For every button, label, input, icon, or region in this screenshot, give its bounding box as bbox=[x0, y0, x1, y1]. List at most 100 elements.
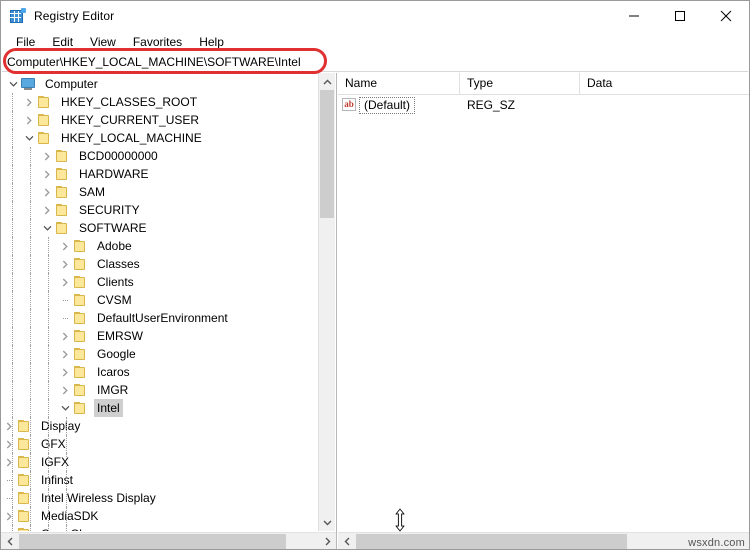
tree-guide-line bbox=[48, 255, 50, 273]
tree-item-computer[interactable]: Computer bbox=[1, 75, 319, 93]
folder-icon bbox=[73, 311, 89, 325]
tree-item-defaultuserenvironment[interactable]: DefaultUserEnvironment bbox=[1, 309, 319, 327]
tree-item-clients[interactable]: Clients bbox=[1, 273, 319, 291]
scroll-left-icon[interactable] bbox=[1, 533, 18, 549]
folder-icon bbox=[55, 203, 71, 217]
tree-item-label: CVSM bbox=[97, 293, 132, 307]
tree-guide-line bbox=[48, 489, 50, 507]
tree-item-gfx[interactable]: GFX bbox=[1, 435, 319, 453]
tree-guide-line bbox=[30, 345, 32, 363]
tree-item-opencl[interactable]: OpenCL bbox=[1, 525, 319, 531]
tree-item-icaros[interactable]: Icaros bbox=[1, 363, 319, 381]
tree-item-label: Infinst bbox=[41, 473, 74, 487]
column-header-type[interactable]: Type bbox=[460, 73, 580, 94]
tree-guide-line bbox=[30, 309, 32, 327]
chevron-right-icon[interactable] bbox=[39, 183, 55, 201]
window-title: Registry Editor bbox=[34, 9, 115, 23]
chevron-right-icon[interactable] bbox=[57, 237, 73, 255]
close-button[interactable] bbox=[703, 1, 749, 31]
chevron-down-icon[interactable] bbox=[5, 75, 21, 93]
scroll-left-icon-right-pane[interactable] bbox=[338, 533, 355, 549]
tree-leaf-marker bbox=[57, 291, 73, 309]
chevron-right-icon[interactable] bbox=[57, 381, 73, 399]
chevron-right-icon[interactable] bbox=[57, 273, 73, 291]
tree-horizontal-scrollbar[interactable] bbox=[1, 532, 336, 549]
tree-item-infinst[interactable]: Infinst bbox=[1, 471, 319, 489]
chevron-right-icon[interactable] bbox=[57, 363, 73, 381]
tree-item-classes[interactable]: Classes bbox=[1, 255, 319, 273]
tree-item-hkey-local-machine[interactable]: HKEY_LOCAL_MACHINE bbox=[1, 129, 319, 147]
tree-item-intel-wireless-display[interactable]: Intel Wireless Display bbox=[1, 489, 319, 507]
tree-item-bcd00000000[interactable]: BCD00000000 bbox=[1, 147, 319, 165]
tree-guide-line bbox=[30, 201, 32, 219]
tree-item-security[interactable]: SECURITY bbox=[1, 201, 319, 219]
chevron-right-icon[interactable] bbox=[1, 507, 17, 525]
tree-vertical-scroll-thumb[interactable] bbox=[320, 90, 334, 218]
menu-item-edit[interactable]: Edit bbox=[44, 33, 82, 51]
chevron-right-icon[interactable] bbox=[1, 453, 17, 471]
folder-icon bbox=[73, 365, 89, 379]
chevron-right-icon[interactable] bbox=[39, 147, 55, 165]
tree-item-label: SECURITY bbox=[79, 203, 140, 217]
tree-guide-line bbox=[48, 399, 50, 417]
tree-guide-line bbox=[30, 165, 32, 183]
menu-item-view[interactable]: View bbox=[82, 33, 125, 51]
tree-item-hkey-classes-root[interactable]: HKEY_CLASSES_ROOT bbox=[1, 93, 319, 111]
tree-item-emrsw[interactable]: EMRSW bbox=[1, 327, 319, 345]
folder-icon bbox=[17, 491, 33, 505]
tree-guide-line bbox=[66, 417, 68, 435]
chevron-right-icon[interactable] bbox=[57, 327, 73, 345]
tree-item-intel[interactable]: Intel bbox=[1, 399, 319, 417]
tree-guide-line bbox=[48, 525, 50, 531]
tree-item-hardware[interactable]: HARDWARE bbox=[1, 165, 319, 183]
values-horizontal-scroll-thumb[interactable] bbox=[356, 534, 627, 549]
folder-icon bbox=[17, 437, 33, 451]
scroll-up-icon[interactable] bbox=[319, 73, 335, 90]
scroll-down-icon[interactable] bbox=[319, 514, 335, 531]
tree-guide-line bbox=[30, 147, 32, 165]
column-header-name[interactable]: Name bbox=[338, 73, 460, 94]
address-bar[interactable]: Computer\HKEY_LOCAL_MACHINE\SOFTWARE\Int… bbox=[2, 52, 748, 72]
tree-vertical-scrollbar[interactable] bbox=[318, 73, 335, 531]
tree-item-hkey-current-user[interactable]: HKEY_CURRENT_USER bbox=[1, 111, 319, 129]
chevron-right-icon[interactable] bbox=[21, 93, 37, 111]
column-header-data[interactable]: Data bbox=[580, 73, 749, 94]
folder-icon bbox=[55, 221, 71, 235]
tree-guide-line bbox=[48, 309, 50, 327]
tree-item-adobe[interactable]: Adobe bbox=[1, 237, 319, 255]
tree-horizontal-scroll-thumb[interactable] bbox=[19, 534, 286, 549]
menu-item-favorites[interactable]: Favorites bbox=[125, 33, 191, 51]
chevron-right-icon[interactable] bbox=[57, 255, 73, 273]
tree-guide-line bbox=[12, 147, 14, 165]
maximize-button[interactable] bbox=[657, 1, 703, 31]
chevron-right-icon[interactable] bbox=[57, 345, 73, 363]
chevron-right-icon[interactable] bbox=[21, 111, 37, 129]
tree-leaf-marker bbox=[57, 309, 73, 327]
menu-item-file[interactable]: File bbox=[8, 33, 44, 51]
chevron-right-icon[interactable] bbox=[1, 417, 17, 435]
tree-item-cvsm[interactable]: CVSM bbox=[1, 291, 319, 309]
tree-guide-line bbox=[66, 507, 68, 525]
tree-guide-line bbox=[66, 525, 68, 531]
chevron-down-icon[interactable] bbox=[57, 399, 73, 417]
chevron-down-icon[interactable] bbox=[39, 219, 55, 237]
vertical-resize-cursor bbox=[392, 508, 408, 532]
tree-item-mediasdk[interactable]: MediaSDK bbox=[1, 507, 319, 525]
chevron-right-icon[interactable] bbox=[39, 201, 55, 219]
tree-item-igfx[interactable]: IGFX bbox=[1, 453, 319, 471]
address-bar-region: Computer\HKEY_LOCAL_MACHINE\SOFTWARE\Int… bbox=[1, 52, 749, 73]
folder-icon bbox=[73, 293, 89, 307]
tree-item-sam[interactable]: SAM bbox=[1, 183, 319, 201]
tree-guide-line bbox=[12, 201, 14, 219]
table-row[interactable]: ab (Default) REG_SZ bbox=[338, 96, 749, 114]
scroll-right-icon[interactable] bbox=[319, 533, 336, 549]
minimize-button[interactable] bbox=[611, 1, 657, 31]
menu-item-help[interactable]: Help bbox=[191, 33, 233, 51]
chevron-down-icon[interactable] bbox=[21, 129, 37, 147]
tree-item-software[interactable]: SOFTWARE bbox=[1, 219, 319, 237]
chevron-right-icon[interactable] bbox=[1, 435, 17, 453]
tree-item-display[interactable]: Display bbox=[1, 417, 319, 435]
chevron-right-icon[interactable] bbox=[39, 165, 55, 183]
tree-item-imgr[interactable]: IMGR bbox=[1, 381, 319, 399]
tree-item-google[interactable]: Google bbox=[1, 345, 319, 363]
